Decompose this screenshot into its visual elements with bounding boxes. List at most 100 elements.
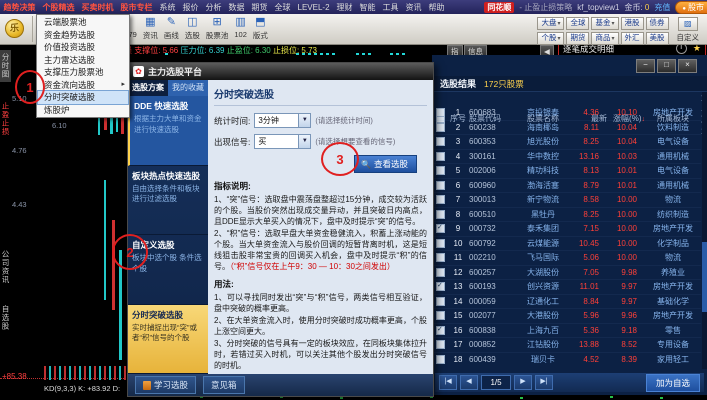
- table-row[interactable]: 4 300161 华中数控 13.16 10.03 通用机械 0.708: [432, 150, 701, 164]
- close-button[interactable]: ×: [678, 59, 697, 73]
- dropdown-menu-item[interactable]: 云端股票池: [38, 16, 128, 29]
- menu-item[interactable]: 系统: [156, 2, 179, 13]
- table-row[interactable]: 2 600238 海南椰岛 8.11 10.04 饮料制造 0.247: [432, 121, 701, 135]
- menu-item[interactable]: 资讯: [402, 2, 425, 13]
- table-row[interactable]: 10 600792 云煤能源 10.45 10.00 化学制品 0.604: [432, 237, 701, 251]
- sidebar-section[interactable]: 分时突破选股 实时捕捉出现“突”或者“积”信号的个股: [128, 304, 208, 374]
- market-button[interactable]: 股市: [675, 0, 707, 14]
- side-tab-company-news[interactable]: 公司资讯: [0, 250, 11, 284]
- table-row[interactable]: 15 002077 大港股份 5.96 9.96 房地产开发 0.813: [432, 309, 701, 324]
- menu-item[interactable]: 报价: [179, 2, 202, 13]
- menu-item[interactable]: 买卖时机: [78, 2, 117, 13]
- market-nav-button[interactable]: 商品: [591, 32, 619, 45]
- table-row[interactable]: 7 300013 新宁物流 8.58 10.00 物流 3.808: [432, 193, 701, 208]
- row-checkbox[interactable]: [436, 340, 445, 350]
- menu-item[interactable]: 股市专栏: [117, 2, 156, 13]
- view-results-button[interactable]: 🔍 查看选股: [354, 155, 417, 173]
- market-nav-button[interactable]: 港股: [620, 17, 644, 30]
- table-row[interactable]: 6 600960 渤海活塞 8.79 10.01 通用机械 0.444: [432, 179, 701, 193]
- side-tab-timeline[interactable]: 分时图: [0, 50, 11, 82]
- row-checkbox[interactable]: [436, 238, 445, 248]
- dropdown-menu-item[interactable]: 主力雷达选股: [38, 54, 128, 67]
- prev-page-button[interactable]: ◀: [460, 375, 478, 390]
- table-row[interactable]: 11 002210 飞马国际 5.06 10.00 物流 0.218: [432, 251, 701, 266]
- dropdown-menu-item[interactable]: 价值投资选股: [38, 41, 128, 54]
- table-row[interactable]: 3 600353 旭光股份 8.25 10.04 电气设备 0.222: [432, 135, 701, 150]
- toolbar-button[interactable]: ⬒ 版式: [250, 14, 271, 41]
- chevron-down-icon[interactable]: ▼: [298, 135, 311, 148]
- toolbar-button[interactable]: ▥ 102: [231, 14, 250, 41]
- row-checkbox[interactable]: [436, 137, 445, 147]
- learn-button[interactable]: 学习选股: [135, 376, 197, 394]
- sidebar-section[interactable]: 板块热点快速选股 自由选择条件和板块进行过滤选股: [128, 166, 208, 235]
- table-row[interactable]: 8 600510 黑牡丹 8.25 10.00 纺织制造 0.976: [432, 208, 701, 222]
- toolbar-button[interactable]: ▦ 资讯: [140, 14, 161, 41]
- side-tab-stoploss[interactable]: 止盈止损: [0, 102, 11, 136]
- row-checkbox[interactable]: [436, 296, 445, 306]
- menu-item[interactable]: 智能: [356, 2, 379, 13]
- row-checkbox[interactable]: [436, 195, 445, 205]
- minimize-button[interactable]: −: [636, 59, 655, 73]
- market-nav-button[interactable]: 外汇: [620, 32, 644, 45]
- menu-item[interactable]: 个股精选: [39, 2, 78, 13]
- menu-item[interactable]: 趋势决策: [0, 2, 39, 13]
- dropdown-menu-item[interactable]: 资金流向选股: [38, 79, 128, 92]
- first-page-button[interactable]: |◀: [439, 375, 457, 390]
- table-row[interactable]: 16 600838 上海九百 5.36 9.18 零售 1.446: [432, 324, 701, 338]
- next-page-button[interactable]: ▶: [514, 375, 532, 390]
- row-checkbox[interactable]: [436, 281, 445, 292]
- dropdown-select[interactable]: 3分钟 ▼: [254, 113, 312, 128]
- toolbar-button[interactable]: ✎ 画线: [161, 14, 182, 41]
- row-checkbox[interactable]: [436, 325, 445, 335]
- feedback-button[interactable]: 意见箱: [203, 376, 245, 394]
- row-checkbox[interactable]: [436, 180, 445, 190]
- market-nav-button[interactable]: 美股: [645, 32, 669, 45]
- dropdown-menu-item[interactable]: 支撑压力股票池: [38, 66, 128, 79]
- market-nav-button[interactable]: 期货: [566, 32, 590, 45]
- row-checkbox[interactable]: [436, 209, 445, 219]
- table-row[interactable]: 18 600439 瑞贝卡 4.52 8.39 家用轻工 0.393: [432, 353, 701, 365]
- scrollbar[interactable]: [702, 92, 707, 369]
- menu-item[interactable]: 分析: [202, 2, 225, 13]
- sidebar-tab[interactable]: 我的收藏: [168, 80, 208, 96]
- dropdown-select[interactable]: 买 ▼: [254, 134, 312, 149]
- market-nav-button[interactable]: 基金: [591, 17, 619, 30]
- table-row[interactable]: 12 600257 大湖股份 7.05 9.98 养殖业 1.783: [432, 266, 701, 280]
- market-nav-button[interactable]: 大盘: [537, 17, 565, 30]
- menu-item[interactable]: 期货: [248, 2, 271, 13]
- row-checkbox[interactable]: [436, 354, 445, 364]
- sidebar-tab[interactable]: 选股方案: [128, 80, 168, 96]
- market-nav-button[interactable]: 个股: [537, 32, 565, 45]
- row-checkbox[interactable]: [436, 166, 445, 176]
- last-page-button[interactable]: ▶|: [535, 375, 553, 390]
- market-nav-button[interactable]: 全球: [566, 17, 590, 30]
- toolbar-button[interactable]: ⊞ 股票池: [203, 14, 232, 41]
- row-checkbox[interactable]: [436, 223, 445, 234]
- table-row[interactable]: 17 000852 江钻股份 13.88 8.52 专用设备 0.982: [432, 338, 701, 353]
- row-checkbox[interactable]: [436, 253, 445, 263]
- row-checkbox[interactable]: [436, 311, 445, 321]
- menu-item[interactable]: 工具: [379, 2, 402, 13]
- menu-item[interactable]: LEVEL-2: [294, 3, 333, 12]
- add-to-watchlist-button[interactable]: 加为自选: [645, 373, 700, 392]
- menu-item[interactable]: 全球: [271, 2, 294, 13]
- scrollbar-thumb[interactable]: [702, 242, 707, 312]
- dialog-titlebar[interactable]: ✿ 主力选股平台: [128, 63, 433, 80]
- dropdown-menu-item[interactable]: 资金趋势选股: [38, 29, 128, 42]
- menu-item[interactable]: 理财: [333, 2, 356, 13]
- row-checkbox[interactable]: [436, 267, 445, 277]
- sidebar-section[interactable]: DDE 快速选股 根据主力大单和资金进行快速选股: [128, 96, 208, 166]
- menu-item[interactable]: 数据: [225, 2, 248, 13]
- table-row[interactable]: 9 000732 泰禾集团 7.15 10.00 房地产开发 0.773: [432, 222, 701, 237]
- side-tab-watchlist[interactable]: 自选股: [0, 305, 11, 331]
- market-nav-button[interactable]: 债券: [645, 17, 669, 30]
- maximize-button[interactable]: □: [657, 59, 676, 73]
- toolbar-button[interactable]: ◫ 选股: [182, 14, 203, 41]
- menu-item[interactable]: 帮助: [425, 2, 448, 13]
- table-row[interactable]: 5 002006 精功科技 8.13 10.01 电气设备 0.946: [432, 164, 701, 179]
- dropdown-menu-item[interactable]: 炼股炉: [38, 104, 128, 117]
- row-checkbox[interactable]: [436, 108, 445, 118]
- dropdown-menu-item[interactable]: 分时突破选股: [37, 90, 129, 105]
- row-checkbox[interactable]: [436, 122, 445, 132]
- table-row[interactable]: 14 000059 辽通化工 8.84 9.97 基础化学 0.313: [432, 295, 701, 309]
